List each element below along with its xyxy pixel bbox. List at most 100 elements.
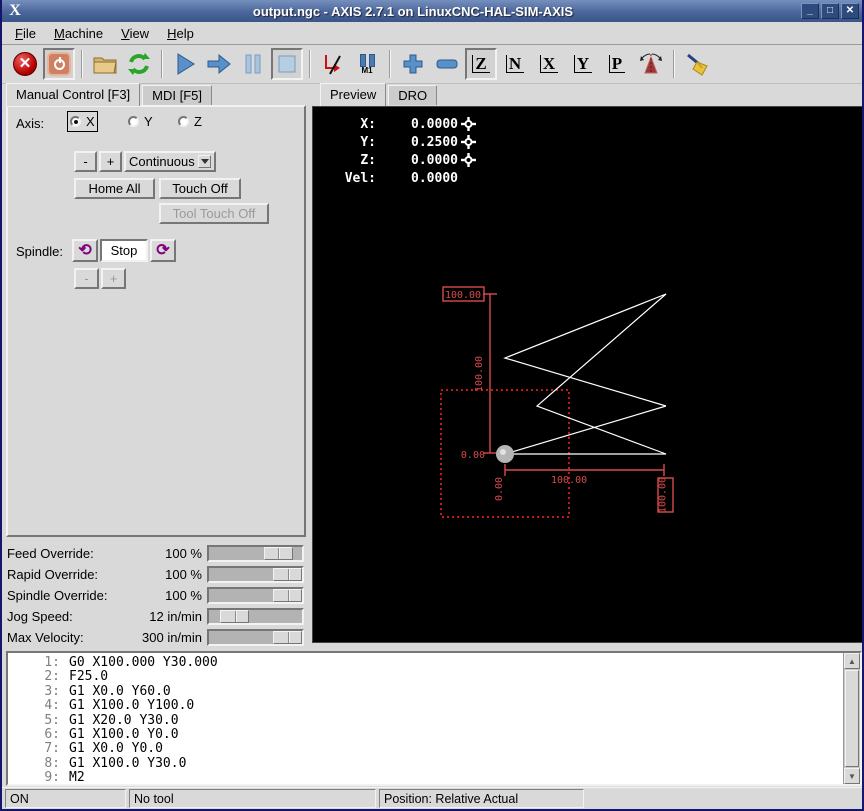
axis-radio-label: Y [144, 114, 153, 129]
menu-machine[interactable]: Machine [47, 24, 110, 43]
machine-power-button[interactable] [43, 48, 75, 80]
spindle-ccw-button[interactable]: ⟲ [72, 239, 98, 262]
gcode-line-text: G0 X100.000 Y30.000 [69, 655, 218, 670]
gcode-line[interactable]: 9: M2 [8, 770, 860, 786]
slider-trough[interactable] [207, 587, 304, 604]
home-all-button[interactable]: Home All [74, 178, 155, 199]
dim-y-extent-label: 100.00 [474, 356, 485, 392]
preview-canvas[interactable]: X: 0.0000 Y: 0.2500 Z: 0.0000 Vel: 0.0000 100.0… [312, 106, 862, 643]
slider-handle[interactable] [273, 631, 302, 644]
run-icon [177, 53, 195, 75]
gcode-scrollbar[interactable]: ▲ ▼ [843, 653, 860, 784]
slider-trough[interactable] [207, 629, 304, 646]
clear-plot-button[interactable] [681, 48, 713, 80]
gcode-line-number: 8: [44, 755, 60, 771]
gcode-line-text: M2 [69, 770, 85, 786]
view-z2-button[interactable]: N [499, 48, 531, 80]
scroll-up-icon[interactable]: ▲ [844, 653, 860, 669]
spindle-minus-button: - [74, 268, 99, 289]
slider-row: Feed Override: 100 % [6, 543, 306, 564]
gcode-line[interactable]: 5: G1 X20.0 Y30.0 [8, 713, 860, 728]
dim-x-max-label: 100.00 [658, 477, 669, 513]
reload-button[interactable] [123, 48, 155, 80]
axis-radio-z[interactable]: Z [178, 114, 202, 129]
gcode-line[interactable]: 8: G1 X100.0 Y30.0 [8, 755, 860, 771]
gcode-line-number: 1: [44, 655, 60, 670]
status-tool: No tool [129, 789, 376, 808]
m1-icon: M1 [359, 53, 375, 75]
pause-icon [245, 54, 261, 74]
tab-manual-control[interactable]: Manual Control [F3] [6, 83, 141, 106]
view-y-button[interactable]: Y [567, 48, 599, 80]
zoom-out-icon [436, 59, 458, 69]
view-perspective-button[interactable]: P [601, 48, 633, 80]
view-x-button[interactable]: X [533, 48, 565, 80]
dim-y-max-label: 100.00 [445, 290, 481, 301]
menu-view[interactable]: View [114, 24, 156, 43]
tab-mdi[interactable]: MDI [F5] [142, 85, 213, 105]
radio-indicator [178, 116, 189, 127]
step-button[interactable] [203, 48, 235, 80]
open-file-button[interactable] [89, 48, 121, 80]
preview-panel: Preview DRO X: 0.0000 Y: 0.2500 Z: 0.0000 Vel:… [312, 83, 862, 643]
manual-control-frame: Axis: X Y Z - + Continuous Home All Touch … [6, 105, 306, 537]
gcode-line[interactable]: 7: G1 X0.0 Y0.0 [8, 741, 860, 756]
close-button[interactable]: ✕ [841, 3, 859, 19]
minimize-button[interactable]: _ [801, 3, 819, 19]
spindle-cw-button[interactable]: ⟳ [150, 239, 176, 262]
gcode-listing[interactable]: 1: G0 X100.000 Y30.000 2: F25.0 3: G1 X0.0 Y6… [6, 651, 862, 786]
axis-label: Axis: [16, 116, 45, 131]
slider-trough[interactable] [207, 566, 304, 583]
gcode-line[interactable]: 4: G1 X100.0 Y100.0 [8, 698, 860, 713]
run-from-line-button[interactable] [317, 48, 349, 80]
slider-row: Jog Speed: 12 in/min [6, 606, 306, 627]
broom-icon [687, 53, 708, 76]
axis-radio-y[interactable]: Y [128, 114, 153, 129]
gcode-line-text: G1 X100.0 Y30.0 [69, 755, 187, 771]
zoom-in-button[interactable] [397, 48, 429, 80]
spindle-stop-button[interactable]: Stop [100, 239, 148, 262]
jog-increment-value: Continuous [129, 154, 195, 169]
gcode-line-number: 3: [44, 683, 60, 699]
slider-trough[interactable] [207, 545, 304, 562]
zoom-out-button[interactable] [431, 48, 463, 80]
maximize-button[interactable]: □ [821, 3, 839, 19]
slider-value: 100 % [165, 588, 202, 603]
power-icon [47, 52, 71, 76]
menu-help[interactable]: Help [160, 24, 201, 43]
run-button[interactable] [169, 48, 201, 80]
gcode-line[interactable]: 2: F25.0 [8, 669, 860, 684]
slider-handle[interactable] [263, 547, 293, 560]
jog-minus-button[interactable]: - [74, 151, 97, 172]
step-icon [207, 53, 231, 75]
slider-handle[interactable] [273, 568, 302, 581]
touch-off-button[interactable]: Touch Off [159, 178, 241, 199]
optional-stop-button[interactable]: M1 [351, 48, 383, 80]
dim-y-min-label: 0.00 [461, 450, 485, 461]
rotate-view-button[interactable] [635, 48, 667, 80]
scroll-down-icon[interactable]: ▼ [844, 768, 860, 784]
pause-button[interactable] [237, 48, 269, 80]
menu-bar: File Machine View Help [2, 22, 862, 45]
view-x-icon: X [539, 55, 559, 73]
estop-button[interactable]: ✕ [9, 48, 41, 80]
jog-plus-button[interactable]: + [99, 151, 122, 172]
spindle-plus-button: + [101, 268, 126, 289]
jog-increment-dropdown[interactable]: Continuous [124, 151, 216, 172]
axis-radio-x[interactable]: X [67, 111, 98, 132]
view-z-icon: Z [472, 55, 490, 73]
view-z-button[interactable]: Z [465, 48, 497, 80]
gcode-line[interactable]: 6: G1 X100.0 Y0.0 [8, 727, 860, 742]
slider-trough[interactable] [207, 608, 304, 625]
scrollbar-thumb[interactable] [845, 670, 859, 767]
gcode-line[interactable]: 3: G1 X0.0 Y60.0 [8, 683, 860, 699]
slider-handle[interactable] [273, 589, 302, 602]
spindle-label: Spindle: [16, 244, 63, 259]
tab-dro[interactable]: DRO [388, 85, 438, 105]
tab-preview[interactable]: Preview [320, 83, 387, 106]
gcode-line[interactable]: 1: G0 X100.000 Y30.000 [8, 655, 860, 670]
slider-handle[interactable] [220, 610, 249, 623]
radio-indicator [70, 116, 81, 127]
stop-button[interactable] [271, 48, 303, 80]
menu-file[interactable]: File [8, 24, 43, 43]
